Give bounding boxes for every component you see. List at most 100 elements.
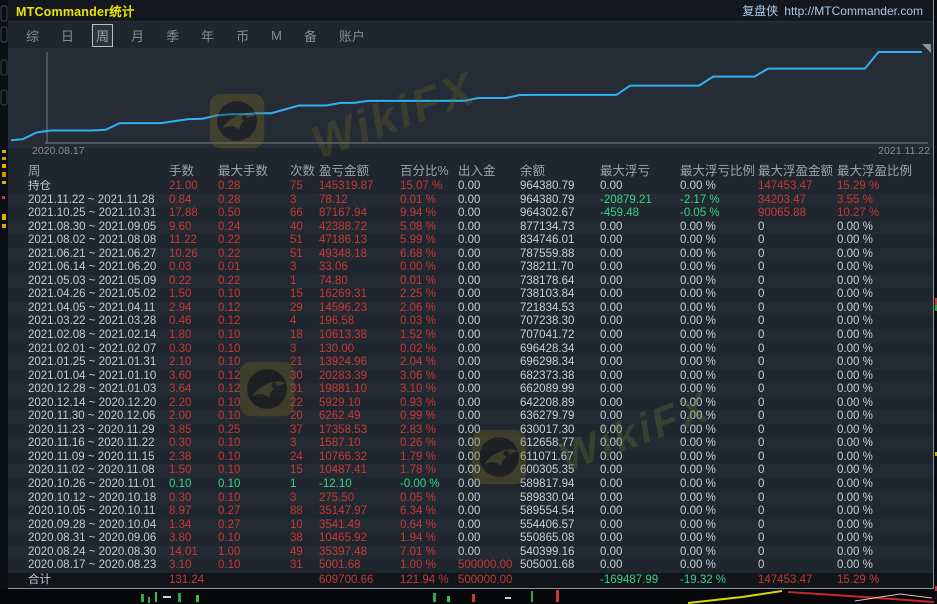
table-row[interactable]: 2021.04.26 ~ 2021.05.021.500.101516269.3… bbox=[8, 288, 933, 302]
resize-grip-icon[interactable] bbox=[922, 44, 931, 53]
menu-item-10[interactable]: 账户 bbox=[335, 24, 369, 47]
menu-item-5[interactable]: 季 bbox=[162, 24, 183, 47]
cell: 0.00 % bbox=[680, 343, 758, 357]
table-row[interactable]: 2020.08.17 ~ 2020.08.233.100.10315001.68… bbox=[8, 559, 933, 573]
cell: 0.00 bbox=[458, 383, 520, 397]
cell: 500000.00 bbox=[458, 559, 520, 573]
cell: 589554.54 bbox=[520, 505, 600, 519]
table-row[interactable]: 持仓21.000.2875145319.8715.07 %0.00964380.… bbox=[8, 180, 933, 194]
cell: 1.78 % bbox=[400, 464, 458, 478]
table-row[interactable]: 2021.04.05 ~ 2021.04.112.940.122914596.2… bbox=[8, 302, 933, 316]
cell: 0.00 bbox=[458, 194, 520, 208]
cell: 2021.06.14 ~ 2021.06.20 bbox=[28, 261, 169, 275]
col-header: 最大浮亏 bbox=[600, 158, 680, 180]
cell: 0.00 bbox=[600, 356, 680, 370]
cell: 2020.10.12 ~ 2020.10.18 bbox=[28, 492, 169, 506]
cell: 0.10 bbox=[218, 410, 290, 424]
table-row[interactable]: 2021.02.01 ~ 2021.02.070.300.103130.000.… bbox=[8, 343, 933, 357]
menu-item-8[interactable]: M bbox=[267, 26, 286, 45]
cell: 0.00 % bbox=[680, 275, 758, 289]
cell: 738103.84 bbox=[520, 288, 600, 302]
table-row[interactable]: 2021.06.21 ~ 2021.06.2710.260.225149348.… bbox=[8, 248, 933, 262]
table-row[interactable]: 2020.10.05 ~ 2020.10.118.970.278835147.9… bbox=[8, 505, 933, 519]
cell: 0.00 % bbox=[680, 261, 758, 275]
cell: 707238.30 bbox=[520, 315, 600, 329]
menu-item-1[interactable]: 综 bbox=[22, 24, 43, 47]
menu-item-4[interactable]: 月 bbox=[127, 24, 148, 47]
table-row[interactable]: 2021.01.25 ~ 2021.01.312.100.102113924.9… bbox=[8, 356, 933, 370]
cell: 7.01 % bbox=[400, 546, 458, 560]
menu-item-9[interactable]: 备 bbox=[300, 24, 321, 47]
cell: 0.00 % bbox=[837, 410, 933, 424]
cell: 0.00 bbox=[600, 437, 680, 451]
table-row[interactable]: 2021.06.14 ~ 2021.06.200.030.01333.060.0… bbox=[8, 261, 933, 275]
cell: 0.00 bbox=[458, 397, 520, 411]
cell: 540399.16 bbox=[520, 546, 600, 560]
total-row: 合计131.24609700.66121.94 %500000.00-16948… bbox=[8, 573, 933, 588]
cell: 87167.94 bbox=[319, 207, 400, 221]
cell: 505001.68 bbox=[520, 559, 600, 573]
table-row[interactable]: 2020.11.23 ~ 2020.11.293.850.253717358.5… bbox=[8, 424, 933, 438]
menu-item-3[interactable]: 周 bbox=[92, 24, 113, 47]
table-row[interactable]: 2020.11.09 ~ 2020.11.152.380.102410766.3… bbox=[8, 451, 933, 465]
cell: 0.01 % bbox=[400, 275, 458, 289]
table-row[interactable]: 2021.05.03 ~ 2021.05.090.220.22174.800.0… bbox=[8, 275, 933, 289]
table-row[interactable]: 2021.11.22 ~ 2021.11.280.840.28378.120.0… bbox=[8, 194, 933, 208]
cell: 147453.47 bbox=[758, 180, 837, 194]
cell: 18 bbox=[290, 329, 319, 343]
cell: 0.00 bbox=[458, 370, 520, 384]
table-row[interactable]: 2021.08.30 ~ 2021.09.059.600.244042388.7… bbox=[8, 221, 933, 235]
table-row[interactable]: 2020.11.16 ~ 2020.11.220.300.1031587.100… bbox=[8, 437, 933, 451]
cell: 0.30 bbox=[169, 492, 218, 506]
table-row[interactable]: 2020.08.31 ~ 2020.09.063.800.103810465.9… bbox=[8, 532, 933, 546]
balance-chart bbox=[8, 48, 933, 148]
table-row[interactable]: 2020.10.26 ~ 2020.11.010.100.101-12.10-0… bbox=[8, 478, 933, 492]
table-row[interactable]: 2021.01.04 ~ 2021.01.103.600.123020283.3… bbox=[8, 370, 933, 384]
table-row[interactable]: 2021.02.08 ~ 2021.02.141.800.101810613.3… bbox=[8, 329, 933, 343]
cell: 0.00 % bbox=[680, 519, 758, 533]
cell: 0.00 bbox=[458, 424, 520, 438]
cell: 0 bbox=[758, 424, 837, 438]
cell: 20 bbox=[290, 410, 319, 424]
cell: 5001.68 bbox=[319, 559, 400, 573]
menu-item-6[interactable]: 年 bbox=[197, 24, 218, 47]
cell: 0.22 bbox=[169, 275, 218, 289]
cell: 0.00 % bbox=[837, 559, 933, 573]
cell: 2.10 bbox=[169, 356, 218, 370]
table-row[interactable]: 2020.11.02 ~ 2020.11.081.500.101510487.4… bbox=[8, 464, 933, 478]
cell: 10766.32 bbox=[319, 451, 400, 465]
cell: 738178.64 bbox=[520, 275, 600, 289]
cell: 2.00 bbox=[169, 410, 218, 424]
table-row[interactable]: 2020.12.28 ~ 2021.01.033.640.123119881.1… bbox=[8, 383, 933, 397]
cell: 2021.08.02 ~ 2021.08.08 bbox=[28, 234, 169, 248]
cell: 2020.08.24 ~ 2020.08.30 bbox=[28, 546, 169, 560]
table-row[interactable]: 2020.10.12 ~ 2020.10.180.300.103275.500.… bbox=[8, 492, 933, 506]
table-row[interactable]: 2021.03.22 ~ 2021.03.280.460.124196.580.… bbox=[8, 315, 933, 329]
cell: 1.52 % bbox=[400, 329, 458, 343]
cell: 0.00 bbox=[600, 397, 680, 411]
table-row[interactable]: 2020.11.30 ~ 2020.12.062.000.10206262.49… bbox=[8, 410, 933, 424]
cell: 2.38 bbox=[169, 451, 218, 465]
table-row[interactable]: 2020.08.24 ~ 2020.08.3014.011.004935397.… bbox=[8, 546, 933, 560]
cell: 0.00 bbox=[600, 302, 680, 316]
table-total-row[interactable]: 合计131.24609700.66121.94 %500000.00-16948… bbox=[8, 573, 933, 588]
cell: 0 bbox=[758, 492, 837, 506]
menu-item-7[interactable]: 币 bbox=[232, 24, 253, 47]
table-row[interactable]: 2020.09.28 ~ 2020.10.041.340.27103541.49… bbox=[8, 519, 933, 533]
cell: 0.00 % bbox=[837, 505, 933, 519]
cell: 0.00 bbox=[600, 315, 680, 329]
brand-url-link[interactable]: http://MTCommander.com bbox=[784, 4, 923, 18]
cell: -2.17 % bbox=[680, 194, 758, 208]
col-header: 手数 bbox=[169, 158, 218, 180]
cell: 3.64 bbox=[169, 383, 218, 397]
cell: 66 bbox=[290, 207, 319, 221]
cell: -0.00 % bbox=[400, 478, 458, 492]
table-row[interactable]: 2021.08.02 ~ 2021.08.0811.220.225147186.… bbox=[8, 234, 933, 248]
cell: 196.58 bbox=[319, 315, 400, 329]
cell: 47186.13 bbox=[319, 234, 400, 248]
cell: 0.12 bbox=[218, 370, 290, 384]
menu-item-2[interactable]: 日 bbox=[57, 24, 78, 47]
table-row[interactable]: 2020.12.14 ~ 2020.12.202.200.10225929.10… bbox=[8, 397, 933, 411]
table-row[interactable]: 2021.10.25 ~ 2021.10.3117.880.506687167.… bbox=[8, 207, 933, 221]
cell: 0.00 % bbox=[680, 370, 758, 384]
